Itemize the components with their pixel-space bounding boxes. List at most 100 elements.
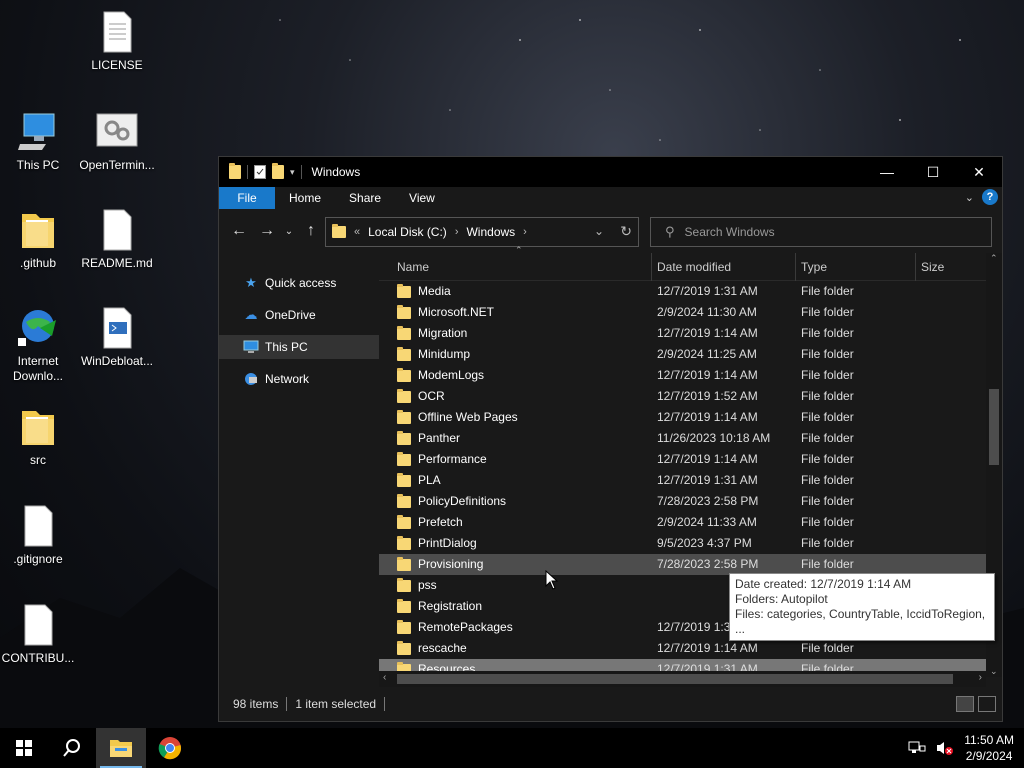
taskbar-file-explorer[interactable] [96,728,146,768]
chevron-right-icon[interactable]: › [455,226,459,238]
minimize-button[interactable]: — [864,157,910,187]
file-name: PolicyDefinitions [418,494,507,508]
file-row[interactable]: PolicyDefinitions 7/28/2023 2:58 PM File f… [379,491,986,512]
file-type: File folder [801,305,854,319]
tab-share[interactable]: Share [335,187,395,209]
vertical-scroll-thumb[interactable] [989,389,999,465]
file-row[interactable]: Prefetch 2/9/2024 11:33 AM File folder [379,512,986,533]
desktop-icon-label: LICENSE [91,58,143,72]
file-name: pss [418,578,437,592]
up-button[interactable]: ↑ [297,217,325,245]
column-header-size[interactable]: Size [915,253,985,281]
column-header-type[interactable]: Type [795,253,915,281]
file-row[interactable]: OCR 12/7/2019 1:52 AM File folder [379,386,986,407]
file-date: 12/7/2019 1:31 AM [657,473,758,487]
expand-ribbon-chevron-icon[interactable]: ⌄ [965,191,974,204]
large-icons-view-button[interactable] [978,696,996,712]
file-type: File folder [801,410,854,424]
file-date: 11/26/2023 10:18 AM [657,431,771,445]
scroll-down-icon[interactable]: ⌄ [990,666,998,677]
sidebar-item-onedrive[interactable]: ☁ OneDrive [219,303,379,327]
status-bar: 98 items 1 item selected [219,687,1002,721]
customize-toolbar-chevron-icon[interactable]: ▾ [290,167,295,178]
file-type: File folder [801,494,854,508]
file-row[interactable]: ModemLogs 12/7/2019 1:14 AM File folder [379,365,986,386]
desktop-icon-readme[interactable]: README.md [79,208,155,271]
column-header-date[interactable]: Date modified [651,253,795,281]
desktop-icon-src[interactable]: src [0,405,76,468]
file-explorer-icon [110,740,132,757]
overflow-chevron-icon[interactable]: « [354,226,360,238]
desktop-icon-internet-download[interactable]: Internet Downlo... [0,306,76,384]
maximize-button[interactable]: ☐ [910,157,956,187]
breadcrumb-local-disk[interactable]: Local Disk (C:) [368,225,447,239]
address-dropdown-icon[interactable]: ⌄ [594,224,604,238]
horizontal-scroll-thumb[interactable] [397,674,953,684]
tab-file[interactable]: File [219,187,275,209]
recent-locations-button[interactable]: ⌄ [281,217,297,245]
file-icon [24,604,53,646]
file-date: 2/9/2024 11:30 AM [657,305,757,319]
desktop-icon-contributing[interactable]: CONTRIBU... [0,603,76,666]
file-row[interactable]: Panther 11/26/2023 10:18 AM File folder [379,428,986,449]
folder-icon [397,556,411,571]
desktop-icon-windebloat[interactable]: WinDebloat... [79,306,155,369]
file-name: Registration [418,599,483,613]
clock[interactable]: 11:50 AM 2/9/2024 [964,732,1014,764]
back-button[interactable]: ← [225,217,253,245]
new-folder-icon[interactable] [272,163,284,179]
sidebar-item-network[interactable]: Network [219,367,379,391]
title-bar[interactable]: ▾ Windows — ☐ ✕ [219,157,1002,187]
refresh-icon[interactable]: ↻ [620,223,632,240]
horizontal-scrollbar[interactable]: ‹ › [379,671,986,687]
scroll-left-icon[interactable]: ‹ [383,672,386,683]
clock-time: 11:50 AM [964,733,1014,747]
properties-icon[interactable] [254,165,266,179]
desktop-icon-license[interactable]: LICENSE [79,10,155,73]
desktop-icon-label: OpenTermin... [79,158,155,172]
tab-home[interactable]: Home [275,187,335,209]
file-row[interactable]: rescache 12/7/2019 1:14 AM File folder [379,638,986,659]
file-name: rescache [418,641,467,655]
search-box[interactable]: ⚲ Search Windows [650,217,992,247]
file-name-cell: Registration [397,596,482,617]
breadcrumb-windows[interactable]: Windows [466,225,515,239]
file-type: File folder [801,473,854,487]
navigation-pane: ★ Quick access ☁ OneDrive This PC Networ… [219,253,379,687]
taskbar-chrome[interactable] [146,728,194,768]
file-type: File folder [801,452,854,466]
volume-muted-icon[interactable] [936,740,954,756]
file-row[interactable]: Performance 12/7/2019 1:14 AM File folder [379,449,986,470]
file-name-cell: ModemLogs [397,365,484,386]
sidebar-item-this-pc[interactable]: This PC [219,335,379,359]
close-button[interactable]: ✕ [956,157,1002,187]
file-row[interactable]: PrintDialog 9/5/2023 4:37 PM File folder [379,533,986,554]
file-row[interactable]: PLA 12/7/2019 1:31 AM File folder [379,470,986,491]
desktop-icon-github[interactable]: .github [0,208,76,271]
sidebar-item-quick-access[interactable]: ★ Quick access [219,271,379,295]
scroll-right-icon[interactable]: › [979,672,982,683]
network-status-icon[interactable] [908,740,926,756]
file-row[interactable]: Migration 12/7/2019 1:14 AM File folder [379,323,986,344]
file-row[interactable]: Provisioning 7/28/2023 2:58 PM File folder [379,554,986,575]
address-bar[interactable]: « Local Disk (C:) › Windows › ⌄ ↻ [325,217,639,247]
desktop-icon-this-pc[interactable]: This PC [0,110,76,173]
file-type: File folder [801,347,854,361]
desktop-icon-gitignore[interactable]: .gitignore [0,504,76,567]
chevron-right-icon[interactable]: › [523,226,527,238]
file-row[interactable]: Microsoft.NET 2/9/2024 11:30 AM File folde… [379,302,986,323]
file-row[interactable]: Minidump 2/9/2024 11:25 AM File folder [379,344,986,365]
tooltip-line: Folders: Autopilot [735,592,828,606]
desktop-icon-openterminal[interactable]: OpenTermin... [79,110,155,173]
ribbon-tabs: File Home Share View ⌄ ? [219,187,1002,209]
start-button[interactable] [0,728,48,768]
details-view-button[interactable] [956,696,974,712]
scroll-up-icon[interactable]: ⌃ [990,253,998,264]
help-icon[interactable]: ? [982,189,998,205]
file-row[interactable]: Offline Web Pages 12/7/2019 1:14 AM File f… [379,407,986,428]
file-row[interactable]: Media 12/7/2019 1:31 AM File folder [379,281,986,302]
search-button[interactable] [48,728,96,768]
tab-view[interactable]: View [395,187,449,209]
forward-button[interactable]: → [253,217,281,245]
column-header-name[interactable]: Name [391,253,651,281]
